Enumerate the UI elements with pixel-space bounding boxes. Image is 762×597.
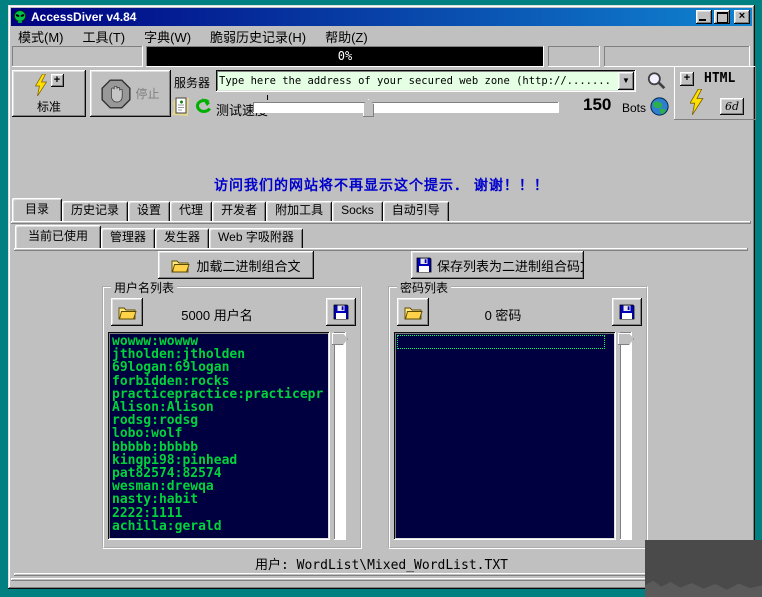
search-icon[interactable] [646, 71, 666, 91]
tab-pane-edge-2 [14, 248, 748, 251]
speed-slider[interactable] [253, 95, 561, 117]
bots-count: 150 [583, 95, 612, 114]
server-combo: ▼ [216, 70, 636, 92]
main-tab[interactable]: 历史记录 [62, 201, 129, 221]
main-tab[interactable]: 自动引导 [382, 201, 449, 221]
notice-text: 访问我们的网站将不再显示这个提示． 谢谢！！！ [214, 177, 549, 193]
tab-pane-edge-1 [11, 221, 751, 224]
save-combo-label: 保存列表为二进制组合码文 [437, 258, 584, 274]
username-entry[interactable]: 2222:1111 [112, 506, 326, 519]
app-alien-icon [14, 10, 26, 23]
progress-label: 0% [337, 49, 353, 63]
main-tab-bar: 目录 历史记录 设置 代理 开发者 附加工具 Socks 自动引导 [12, 198, 449, 221]
save-combo-button[interactable]: 保存列表为二进制组合码文 [411, 251, 584, 279]
menu-item[interactable]: 脆弱历史记录(H) [210, 27, 306, 46]
menu-bar: 模式(M) 工具(T) 字典(W) 脆弱历史记录(H) 帮助(Z) [11, 27, 752, 46]
pane-bottom-edge-2 [11, 578, 751, 581]
html-badge-button[interactable]: 6d [720, 98, 744, 115]
menu-item[interactable]: 字典(W) [144, 27, 191, 46]
stop-label: 停止 [135, 87, 160, 101]
globe-icon[interactable] [650, 97, 669, 116]
password-selection-rect[interactable] [397, 335, 605, 349]
password-count: 0 密码 [484, 308, 522, 323]
status-panel-right [604, 46, 750, 67]
status-panel-left [12, 46, 143, 67]
bots-label: Bots [622, 101, 647, 115]
standard-plus-button[interactable]: + [50, 74, 64, 87]
username-group: 用户名列表 5000 用户名 wowww:wowww jtholden:jthol… [102, 279, 362, 549]
slider-tick [267, 95, 268, 100]
sub-tab[interactable]: 发生器 [155, 228, 210, 248]
lightning-icon [34, 74, 47, 96]
standard-label: 标准 [36, 100, 61, 114]
add-page-icon[interactable] [172, 95, 190, 117]
sub-tab[interactable]: 当前已使用 [15, 225, 102, 248]
username-scrollbar[interactable] [332, 332, 348, 540]
username-count: 5000 用户名 [181, 308, 253, 323]
password-group: 密码列表 0 密码 [388, 279, 648, 549]
refresh-arrow-icon[interactable] [193, 97, 212, 114]
username-entry[interactable]: bbbbb:bbbbb [112, 440, 326, 453]
wordlist-status: 用户: WordList\Mixed_WordList.TXT [255, 558, 508, 573]
main-tab[interactable]: 开发者 [212, 201, 267, 221]
status-panel-mid [548, 46, 600, 67]
stop-button[interactable]: 停止 [90, 70, 171, 117]
close-button[interactable]: × [734, 10, 750, 24]
floppy-disk-icon [416, 257, 432, 273]
username-list[interactable]: wowww:wowww jtholden:jtholden 69logan:69lo… [108, 332, 330, 540]
server-dropdown-button[interactable]: ▼ [618, 72, 634, 90]
username-save-button[interactable] [326, 298, 356, 326]
username-scroll-thumb[interactable] [332, 333, 348, 345]
window-title: AccessDiver v4.84 [31, 10, 137, 24]
server-input[interactable] [219, 73, 615, 89]
load-combo-label: 加载二进制组合文 [196, 258, 301, 274]
sub-tab-bar: 当前已使用 管理器 发生器 Web 字吸附器 [15, 225, 303, 248]
standard-mode-button[interactable]: + 标准 [12, 70, 86, 117]
pane-bottom-edge-1 [14, 573, 748, 576]
app-window: AccessDiver v4.84 × 模式(M) 工具(T) 字典(W) 脆弱历史记… [8, 5, 755, 589]
username-entry[interactable]: achilla:gerald [112, 520, 326, 533]
password-group-title: 密码列表 [397, 279, 452, 296]
title-bar[interactable]: AccessDiver v4.84 × [11, 8, 752, 26]
main-tab[interactable]: 目录 [12, 198, 63, 221]
main-tab[interactable]: 附加工具 [266, 201, 333, 221]
main-tab[interactable]: 设置 [128, 201, 171, 221]
menu-item[interactable]: 工具(T) [83, 27, 126, 46]
minimize-button[interactable] [696, 10, 712, 24]
screenshot-artifact-overlay [645, 540, 762, 597]
password-list[interactable] [394, 332, 616, 540]
password-scroll-thumb[interactable] [618, 333, 634, 345]
stop-hand-icon [101, 78, 132, 109]
html-label: HTML [704, 71, 736, 86]
username-entry[interactable]: lobo:wolf [112, 427, 326, 440]
server-label: 服务器 [174, 76, 211, 90]
floppy-disk-icon [619, 304, 635, 320]
main-tab[interactable]: Socks [332, 201, 383, 221]
load-combo-button[interactable]: 加载二进制组合文 [158, 251, 314, 279]
maximize-button[interactable] [714, 10, 730, 24]
progress-bar: 0% [146, 46, 544, 67]
html-panel: + HTML 6d [674, 66, 756, 120]
sub-tab[interactable]: 管理器 [101, 228, 156, 248]
password-save-button[interactable] [612, 298, 642, 326]
menu-item[interactable]: 模式(M) [18, 27, 64, 46]
floppy-disk-icon [333, 304, 349, 320]
username-group-title: 用户名列表 [111, 279, 178, 296]
menu-item[interactable]: 帮助(Z) [325, 27, 368, 46]
artifact-lower-edge [645, 580, 762, 597]
main-tab[interactable]: 代理 [170, 201, 213, 221]
sub-tab[interactable]: Web 字吸附器 [209, 228, 303, 248]
username-entry[interactable]: forbidden:rocks [112, 374, 326, 387]
password-scrollbar[interactable] [618, 332, 634, 540]
username-entry[interactable]: 69logan:69logan [112, 361, 326, 374]
username-entry[interactable]: nasty:habit [112, 493, 326, 506]
open-folder-icon [172, 260, 191, 272]
html-plus-button[interactable]: + [680, 72, 694, 86]
slider-track [253, 102, 559, 113]
html-lightning-icon [690, 89, 704, 115]
